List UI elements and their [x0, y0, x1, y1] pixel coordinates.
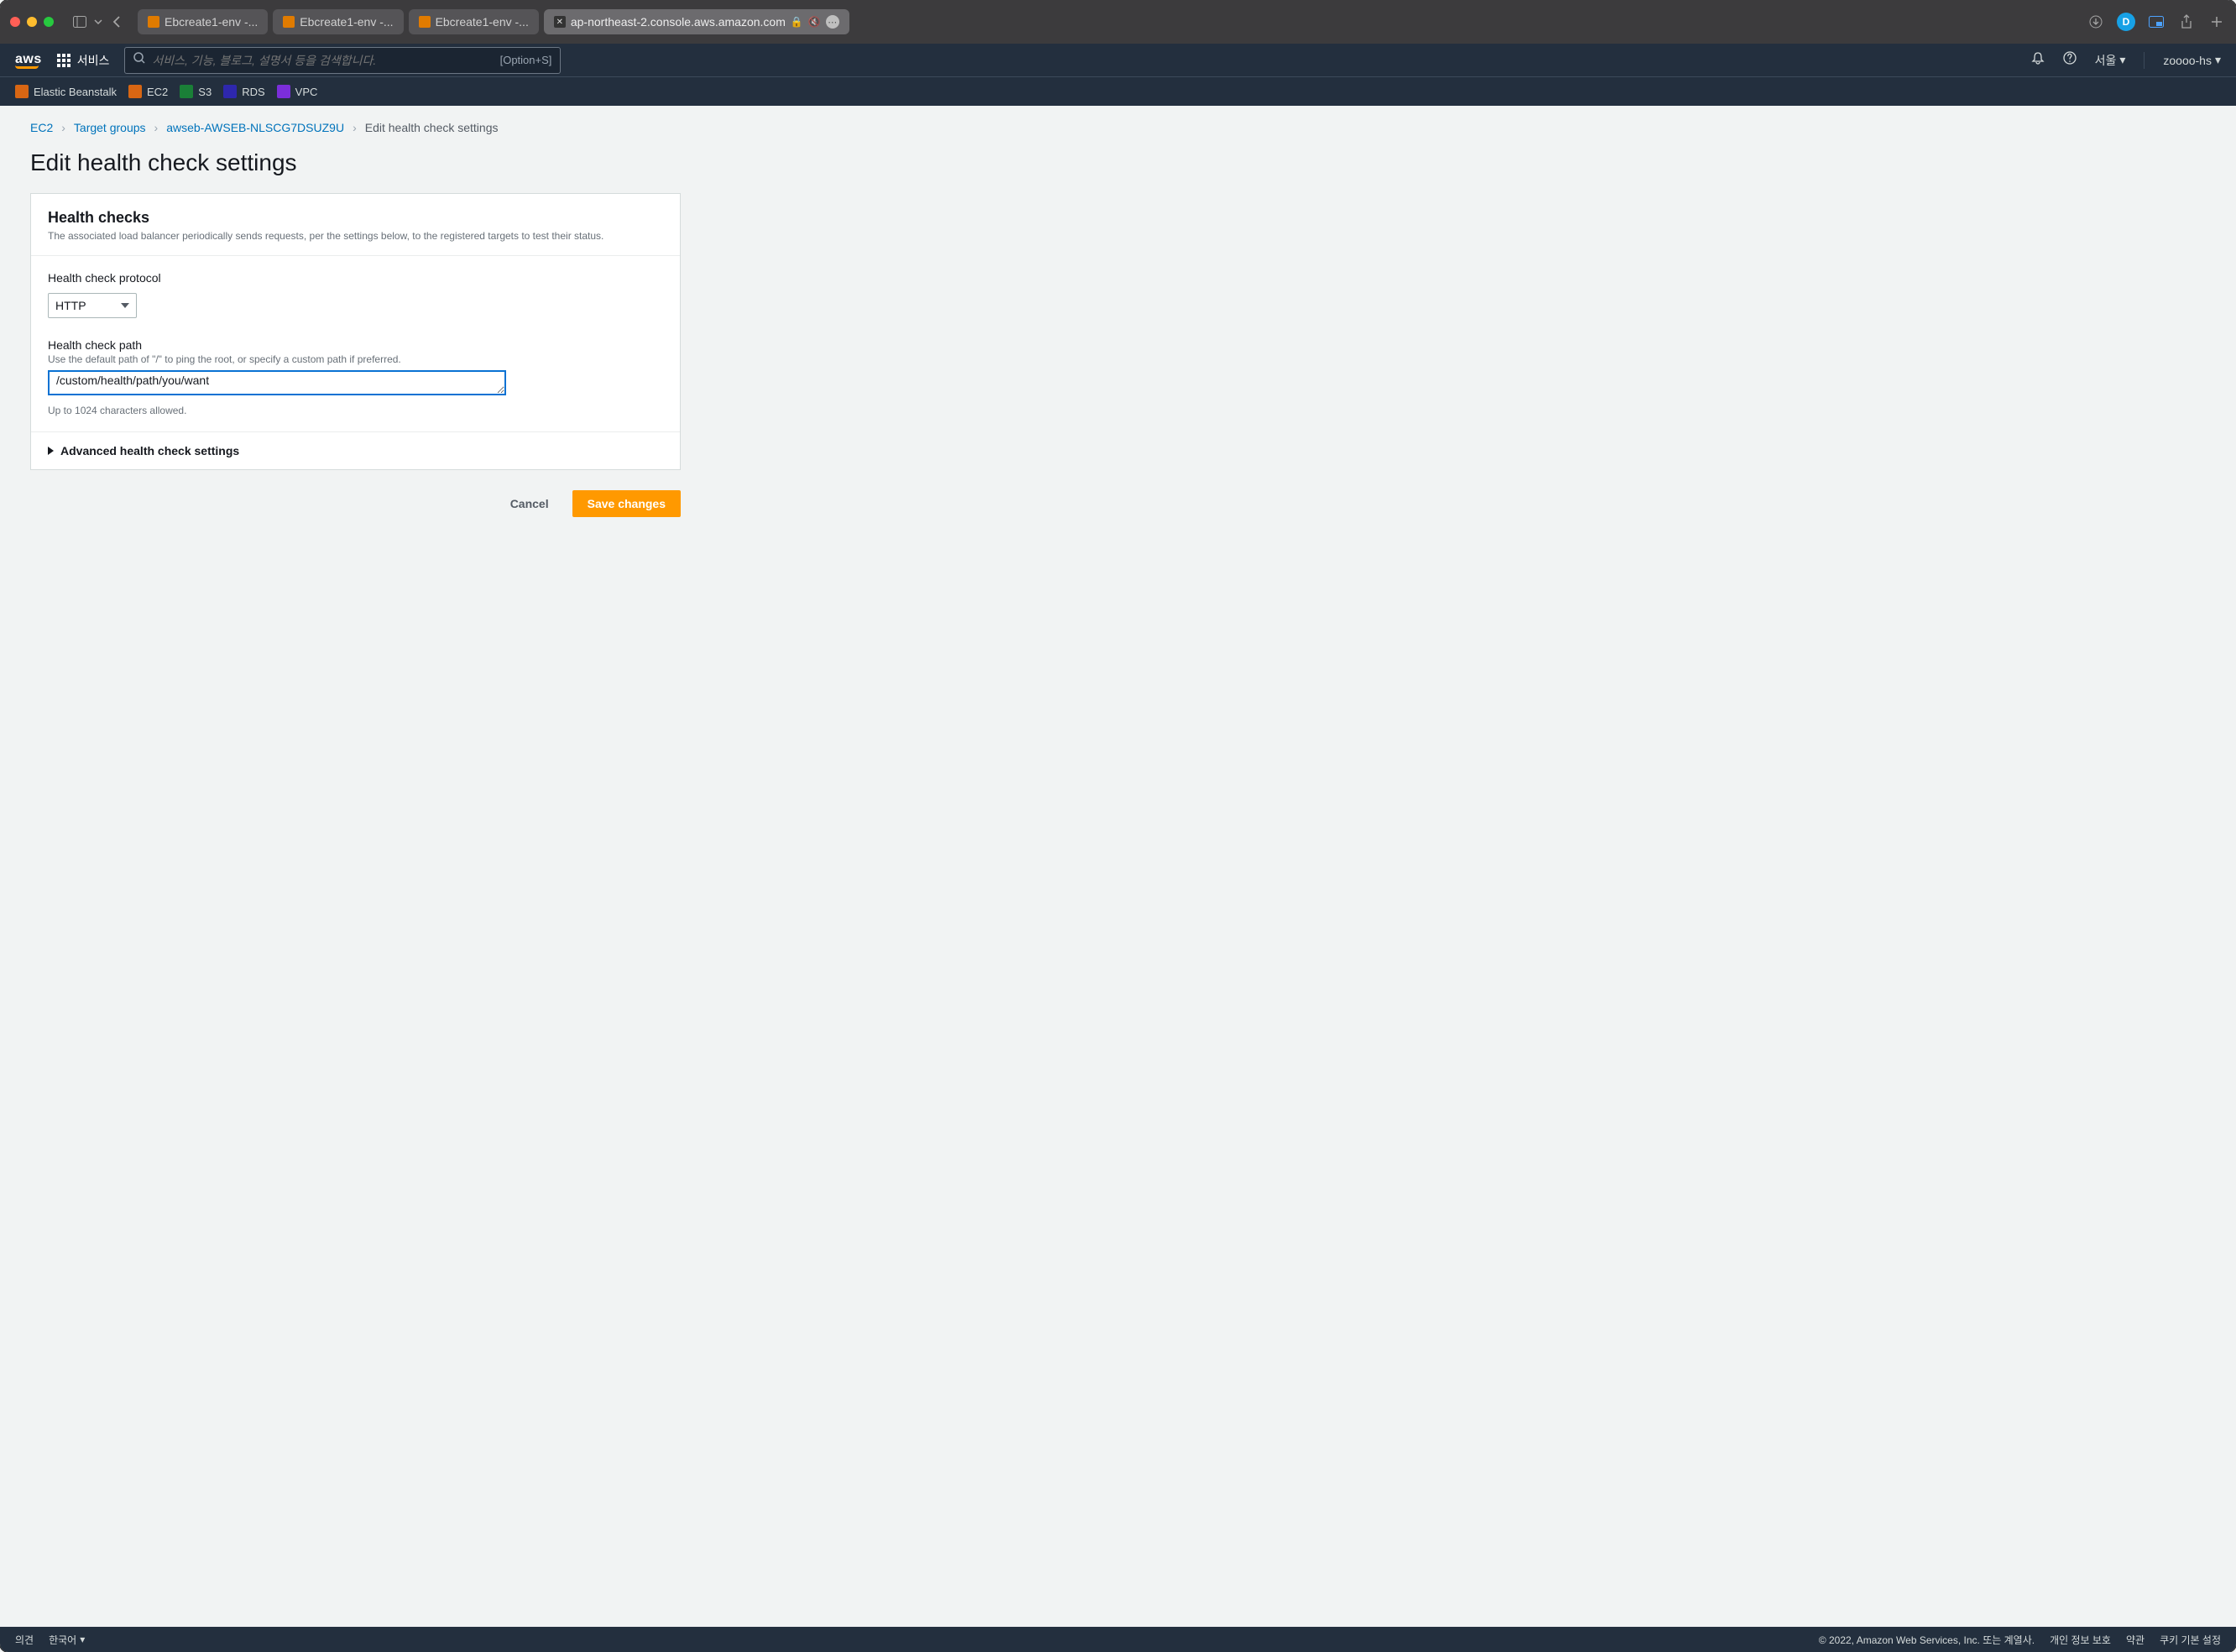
pip-icon[interactable]: [2147, 13, 2165, 31]
page-title: Edit health check settings: [30, 149, 2206, 176]
chevron-right-icon: ›: [61, 121, 65, 134]
chevron-right-icon: ›: [353, 121, 357, 134]
feedback-link[interactable]: 의견: [15, 1633, 34, 1647]
chevron-down-icon: ▾: [2215, 53, 2221, 67]
browser-tab-label: Ebcreate1-env -...: [300, 15, 393, 29]
breadcrumb-link-group-id[interactable]: awseb-AWSEB-NLSCG7DSUZ9U: [166, 121, 344, 134]
browser-tab[interactable]: Ebcreate1-env -...: [273, 9, 403, 34]
window-controls: [10, 17, 54, 27]
breadcrumb: EC2 › Target groups › awseb-AWSEB-NLSCG7…: [30, 121, 2206, 134]
ec2-icon: [128, 85, 142, 98]
back-icon[interactable]: [107, 13, 126, 31]
health-checks-panel: Health checks The associated load balanc…: [30, 193, 681, 470]
notifications-icon[interactable]: [2031, 51, 2045, 69]
minimize-window-button[interactable]: [27, 17, 37, 27]
svc-label: VPC: [295, 86, 318, 98]
save-changes-button[interactable]: Save changes: [572, 490, 681, 517]
services-label: 서비스: [77, 52, 110, 69]
cookies-link[interactable]: 쿠키 기본 설정: [2160, 1633, 2221, 1647]
browser-tab-active[interactable]: ✕ ap-northeast-2.console.aws.amazon.com …: [544, 9, 849, 34]
protocol-label: Health check protocol: [48, 271, 663, 285]
divider: [2144, 52, 2145, 69]
panel-title: Health checks: [48, 209, 663, 227]
service-shortcut-bar: Elastic Beanstalk EC2 S3 RDS VPC: [0, 77, 2236, 106]
region-label: 서울: [2095, 52, 2117, 69]
path-input[interactable]: [48, 370, 506, 395]
language-label: 한국어: [49, 1633, 76, 1647]
search-input[interactable]: [152, 54, 421, 67]
eb-favicon-icon: [148, 16, 159, 28]
svc-label: EC2: [147, 86, 168, 98]
eb-icon: [15, 85, 29, 98]
browser-titlebar: Ebcreate1-env -... Ebcreate1-env -... Eb…: [0, 0, 2236, 44]
svc-shortcut-s3[interactable]: S3: [180, 85, 212, 98]
global-search[interactable]: [Option+S]: [124, 47, 561, 74]
browser-tab[interactable]: Ebcreate1-env -...: [138, 9, 268, 34]
svc-shortcut-rds[interactable]: RDS: [223, 85, 264, 98]
maximize-window-button[interactable]: [44, 17, 54, 27]
terms-link[interactable]: 약관: [2126, 1633, 2145, 1647]
aws-top-nav: aws 서비스 [Option+S] 서울: [0, 44, 2236, 77]
svc-label: Elastic Beanstalk: [34, 86, 117, 98]
svc-shortcut-eb[interactable]: Elastic Beanstalk: [15, 85, 117, 98]
breadcrumb-link-target-groups[interactable]: Target groups: [74, 121, 146, 134]
search-icon: [133, 52, 145, 68]
services-grid-icon: [57, 54, 71, 67]
browser-tab-label: ap-northeast-2.console.aws.amazon.com: [571, 15, 786, 29]
lock-icon: 🔒: [791, 16, 803, 28]
vpc-icon: [277, 85, 290, 98]
account-menu[interactable]: zoooo-hs ▾: [2163, 53, 2221, 67]
path-label: Health check path: [48, 338, 663, 352]
aws-footer: 의견 한국어 ▾ © 2022, Amazon Web Services, In…: [0, 1627, 2236, 1652]
aws-favicon-icon: ✕: [554, 16, 566, 28]
chevron-right-icon: ›: [154, 121, 159, 134]
path-constraint: Up to 1024 characters allowed.: [48, 405, 663, 416]
language-selector[interactable]: 한국어 ▾: [49, 1633, 85, 1647]
share-icon[interactable]: [2177, 13, 2196, 31]
chevron-down-icon: [121, 303, 129, 308]
search-shortcut: [Option+S]: [500, 54, 552, 66]
tab-dropdown-icon[interactable]: [89, 13, 107, 31]
aws-logo[interactable]: aws: [15, 52, 42, 69]
svc-shortcut-ec2[interactable]: EC2: [128, 85, 168, 98]
browser-tab[interactable]: Ebcreate1-env -...: [409, 9, 539, 34]
browser-tab-label: Ebcreate1-env -...: [165, 15, 258, 29]
eb-favicon-icon: [283, 16, 295, 28]
advanced-settings-toggle[interactable]: Advanced health check settings: [31, 432, 680, 469]
region-selector[interactable]: 서울 ▾: [2095, 52, 2126, 69]
services-menu[interactable]: 서비스: [57, 52, 110, 69]
downloads-icon[interactable]: [2087, 13, 2105, 31]
new-tab-icon[interactable]: [2207, 13, 2226, 31]
eb-favicon-icon: [419, 16, 431, 28]
svc-label: S3: [198, 86, 212, 98]
s3-icon: [180, 85, 193, 98]
action-buttons: Cancel Save changes: [30, 490, 681, 517]
advanced-label: Advanced health check settings: [60, 444, 239, 457]
protocol-select[interactable]: HTTP: [48, 293, 137, 318]
breadcrumb-current: Edit health check settings: [365, 121, 499, 134]
mute-icon[interactable]: 🔇: [808, 16, 821, 28]
close-window-button[interactable]: [10, 17, 20, 27]
breadcrumb-link-ec2[interactable]: EC2: [30, 121, 53, 134]
rds-icon: [223, 85, 237, 98]
chevron-down-icon: ▾: [2119, 53, 2125, 67]
svc-label: RDS: [242, 86, 264, 98]
panel-description: The associated load balancer periodicall…: [48, 230, 663, 242]
sidebar-toggle-icon[interactable]: [71, 13, 89, 31]
extension-icon[interactable]: D: [2117, 13, 2135, 31]
copyright-text: © 2022, Amazon Web Services, Inc. 또는 계열사…: [1819, 1633, 2035, 1647]
chevron-down-icon: ▾: [80, 1634, 85, 1645]
account-label: zoooo-hs: [2163, 54, 2212, 67]
more-icon[interactable]: ⋯: [826, 15, 839, 29]
svc-shortcut-vpc[interactable]: VPC: [277, 85, 318, 98]
browser-tab-label: Ebcreate1-env -...: [436, 15, 529, 29]
help-icon[interactable]: [2063, 51, 2077, 69]
protocol-value: HTTP: [55, 299, 86, 312]
privacy-link[interactable]: 개인 정보 보호: [2050, 1633, 2111, 1647]
caret-right-icon: [48, 447, 54, 455]
page-content: EC2 › Target groups › awseb-AWSEB-NLSCG7…: [0, 106, 2236, 1627]
cancel-button[interactable]: Cancel: [495, 490, 564, 517]
path-help: Use the default path of "/" to ping the …: [48, 353, 663, 365]
